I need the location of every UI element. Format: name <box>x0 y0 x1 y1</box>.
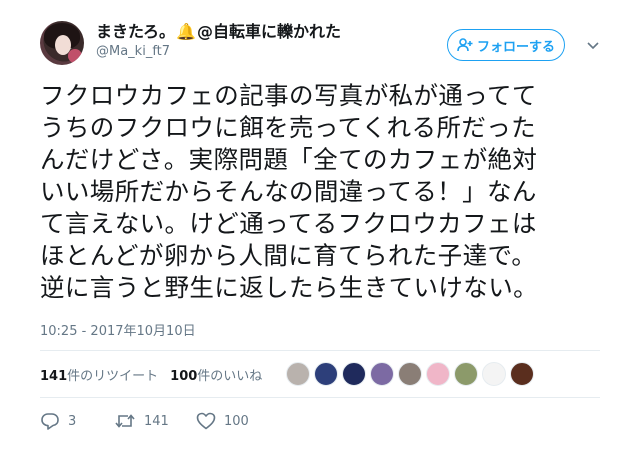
tweet-timestamp[interactable]: 10:25 - 2017年10月10日 <box>40 320 196 339</box>
divider <box>40 397 600 398</box>
display-name-suffix: @自転車に轢かれた <box>196 22 341 41</box>
like-button[interactable]: 100 <box>196 412 276 430</box>
user-info: まきたろ。🔔@自転車に轢かれた @Ma_ki_ft7 <box>96 22 341 61</box>
follow-button-label: フォローする <box>476 39 555 55</box>
liker-avatar-8[interactable] <box>482 362 506 386</box>
liker-avatar-9[interactable] <box>510 362 534 386</box>
retweets-stat[interactable]: 141件のリツイート <box>40 365 158 384</box>
tweet-line: いい場所だからそんなの間違ってる！」なん <box>40 177 537 206</box>
like-count: 100 <box>224 413 249 429</box>
retweets-stat-count: 141 <box>40 369 68 384</box>
liker-avatar-2[interactable] <box>314 362 338 386</box>
reply-button[interactable]: 3 <box>40 412 114 430</box>
retweets-stat-label: 件のリツイート <box>67 369 159 384</box>
display-name-prefix: まきたろ。 <box>96 22 176 41</box>
tweet-line: フクロウカフェの記事の写真が私が通ってて <box>40 81 537 110</box>
likes-stat-label: 件のいいね <box>197 369 263 384</box>
liker-avatar-3[interactable] <box>342 362 366 386</box>
bell-icon: 🔔 <box>176 22 196 41</box>
retweet-icon <box>115 414 135 428</box>
display-name[interactable]: まきたろ。🔔@自転車に轢かれた <box>96 22 341 42</box>
tweet-line: うちのフクロウに餌を売ってくれる所だった <box>40 113 537 142</box>
tweet-line: ほとんどが卵から人間に育てられた子達で。 <box>40 241 537 270</box>
retweet-count: 141 <box>144 413 169 429</box>
tweet-text: フクロウカフェの記事の写真が私が通ってて うちのフクロウに餌を売ってくれる所だっ… <box>40 80 620 304</box>
tweet-card: まきたろ。🔔@自転車に轢かれた @Ma_ki_ft7 フォローする フクロウカフ… <box>0 0 640 451</box>
follow-button[interactable]: フォローする <box>447 29 565 61</box>
reply-count: 3 <box>68 413 77 429</box>
tweet-line: て言えない。けど通ってるフクロウカフェは <box>40 209 537 238</box>
liker-avatar-5[interactable] <box>398 362 422 386</box>
reply-icon <box>41 413 59 430</box>
divider <box>40 350 600 351</box>
heart-icon <box>196 412 216 430</box>
tweet-line: 逆に言うと野生に返したら生きていけない。 <box>40 273 538 302</box>
tweet-stats: 141件のリツイート 100件のいいね <box>40 365 262 384</box>
likes-stat[interactable]: 100件のいいね <box>170 365 262 384</box>
user-avatar[interactable] <box>40 21 84 65</box>
chevron-down-icon[interactable] <box>585 37 601 53</box>
user-handle[interactable]: @Ma_ki_ft7 <box>96 43 341 61</box>
follow-user-icon <box>457 38 473 52</box>
likes-stat-count: 100 <box>170 369 198 384</box>
retweet-button[interactable]: 141 <box>114 412 196 430</box>
liker-avatar-1[interactable] <box>286 362 310 386</box>
likers-avatars <box>286 362 534 386</box>
tweet-actions: 3 141 100 <box>40 412 276 430</box>
tweet-line: んだけどさ。実際問題「全てのカフェが絶対 <box>40 145 538 174</box>
liker-avatar-6[interactable] <box>426 362 450 386</box>
liker-avatar-4[interactable] <box>370 362 394 386</box>
liker-avatar-7[interactable] <box>454 362 478 386</box>
